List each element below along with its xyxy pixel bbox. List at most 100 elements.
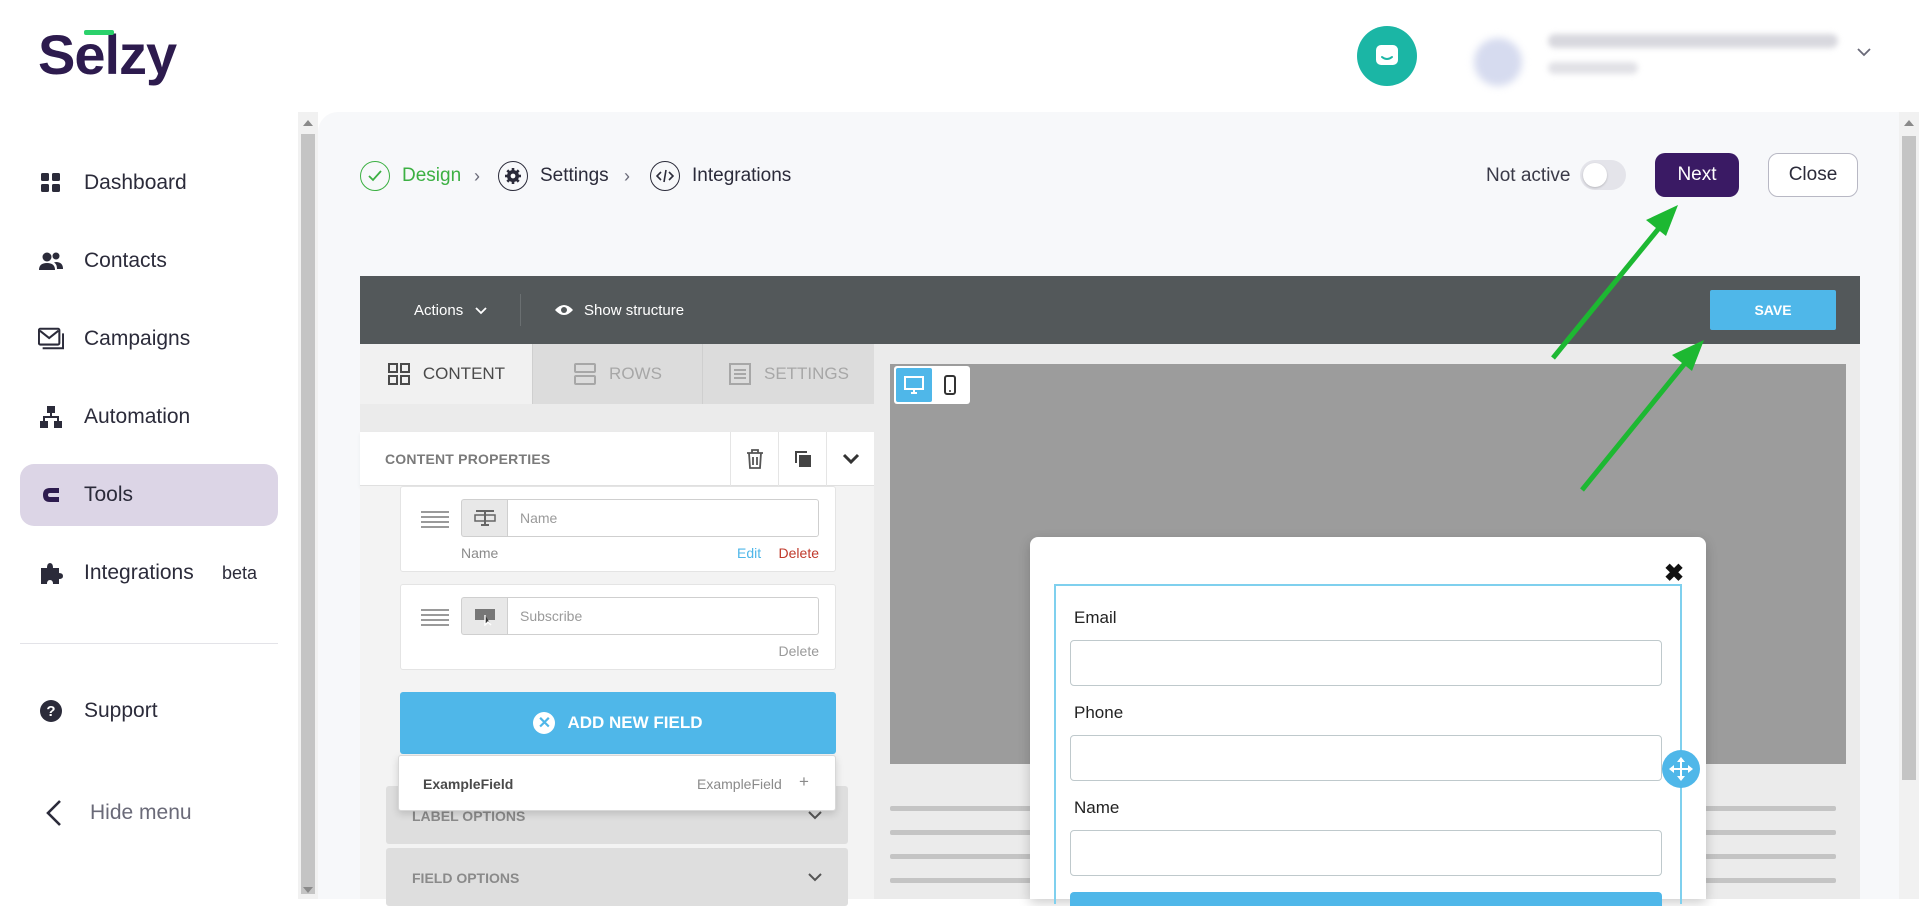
contacts-people-icon: [38, 248, 64, 274]
user-avatar[interactable]: [1474, 38, 1522, 86]
edit-field-link[interactable]: Edit: [737, 545, 761, 561]
toolbar-divider: [520, 294, 521, 326]
chevron-down-icon: [842, 453, 859, 465]
mobile-phone-icon: [944, 375, 956, 395]
breadcrumb-separator: ›: [624, 166, 630, 186]
option-label: FIELD OPTIONS: [412, 870, 520, 886]
chevron-down-icon[interactable]: [1856, 44, 1872, 60]
drag-handle-icon[interactable]: [421, 607, 449, 627]
drag-handle-icon[interactable]: [421, 509, 449, 529]
tools-magnet-icon: [38, 482, 64, 508]
move-handle-icon[interactable]: [1662, 750, 1700, 788]
dashboard-grid-icon: [38, 170, 64, 196]
editor-toolbar: Actions Show structure SAVE: [360, 276, 1860, 344]
field-options-row[interactable]: FIELD OPTIONS: [386, 848, 848, 906]
device-switcher: [894, 366, 970, 404]
field-card-subscribe[interactable]: Subscribe Delete: [400, 584, 836, 670]
show-structure-toggle[interactable]: Show structure: [554, 276, 684, 344]
chevron-left-icon: [46, 800, 61, 826]
content-properties-title: CONTENT PROPERTIES: [385, 451, 551, 467]
content-properties-header: CONTENT PROPERTIES: [360, 432, 874, 486]
actions-dropdown[interactable]: Actions: [414, 276, 487, 344]
svg-text:?: ?: [46, 703, 55, 720]
chevron-down-icon: [808, 873, 822, 882]
code-icon: [650, 161, 680, 191]
form-field-label: Name: [1074, 798, 1120, 817]
status-label: Not active: [1486, 165, 1571, 186]
close-button[interactable]: Close: [1768, 153, 1858, 197]
breadcrumb-separator: ›: [474, 166, 480, 186]
campaigns-mail-icon: [38, 326, 64, 352]
step-settings[interactable]: Settings: [498, 160, 609, 192]
left-scrollbar[interactable]: [298, 112, 318, 899]
sidebar-item-label: Campaigns: [84, 327, 191, 350]
logo-accent-dash: [84, 30, 114, 35]
gear-icon: [498, 161, 528, 191]
page-scrollbar[interactable]: [1899, 112, 1919, 899]
step-label: Settings: [540, 165, 609, 186]
sidebar-divider: [20, 643, 278, 644]
settings-doc-icon: [728, 363, 751, 385]
form-block[interactable]: Email Phone Name: [1054, 584, 1682, 906]
sidebar-item-dashboard[interactable]: Dashboard: [20, 152, 278, 214]
form-field-label: Phone: [1074, 703, 1124, 722]
beta-badge: beta: [222, 562, 258, 583]
desktop-icon: [904, 376, 924, 394]
hide-menu-label: Hide menu: [90, 801, 192, 824]
duplicate-block-button[interactable]: [778, 432, 826, 486]
sidebar-item-tools[interactable]: Tools: [20, 464, 278, 526]
phone-field[interactable]: [1070, 735, 1662, 781]
user-plan-blurred: [1548, 62, 1638, 74]
copy-icon: [794, 451, 811, 467]
top-bar: Selzy: [0, 0, 1919, 112]
sidebar-item-label: Tools: [84, 483, 134, 506]
desktop-view-button[interactable]: [896, 368, 932, 402]
editor-side-panel: CONTENT ROWS SETTINGS CONTENT PROPERTIES…: [360, 344, 874, 906]
sidebar-item-label: Contacts: [84, 249, 167, 272]
scroll-up-arrow[interactable]: [303, 120, 313, 126]
form-popup-preview: ✖ Email Phone Name: [1030, 537, 1706, 906]
show-structure-label: Show structure: [584, 301, 685, 319]
hide-menu-button[interactable]: Hide menu: [44, 798, 192, 828]
delete-block-button[interactable]: [730, 432, 778, 486]
actions-label: Actions: [414, 301, 464, 319]
tab-settings[interactable]: SETTINGS: [702, 344, 874, 404]
chat-bubble-icon: [1376, 45, 1398, 65]
tab-content[interactable]: CONTENT: [360, 344, 532, 404]
field-card-name[interactable]: Name Name Edit Delete: [400, 486, 836, 572]
content-grid-icon: [387, 363, 410, 385]
save-button[interactable]: SAVE: [1710, 290, 1836, 330]
sidebar-item-campaigns[interactable]: Campaigns: [20, 308, 278, 370]
next-button[interactable]: Next: [1655, 153, 1739, 197]
eye-icon: [555, 305, 573, 315]
collapse-button[interactable]: [826, 432, 874, 486]
scroll-down-arrow[interactable]: [303, 887, 313, 893]
active-toggle[interactable]: [1580, 160, 1626, 190]
scrollbar-thumb[interactable]: [301, 134, 315, 894]
name-field-input[interactable]: Name: [507, 499, 819, 537]
chat-support-button[interactable]: [1357, 26, 1417, 86]
scroll-up-arrow[interactable]: [1904, 120, 1914, 126]
subscribe-button-input[interactable]: Subscribe: [507, 597, 819, 635]
tab-rows[interactable]: ROWS: [532, 344, 702, 404]
delete-field-link[interactable]: Delete: [779, 643, 819, 659]
sidebar: Dashboard Contacts Campaigns Automation …: [0, 112, 298, 899]
sidebar-item-support[interactable]: ? Support: [20, 680, 278, 742]
step-design[interactable]: Design: [360, 160, 461, 192]
form-submit-button[interactable]: [1070, 892, 1662, 906]
delete-field-link[interactable]: Delete: [779, 545, 819, 561]
field-suggestion-dropdown[interactable]: ExampleField ExampleField +: [398, 755, 836, 811]
email-field[interactable]: [1070, 640, 1662, 686]
add-new-field-button[interactable]: ✕ ADD NEW FIELD: [400, 692, 836, 754]
mobile-view-button[interactable]: [932, 368, 968, 402]
add-suggestion-icon[interactable]: +: [799, 772, 809, 792]
sidebar-item-integrations[interactable]: Integrations beta: [20, 542, 278, 604]
text-field-icon: [461, 499, 507, 537]
name-field[interactable]: [1070, 830, 1662, 876]
rows-icon: [574, 363, 597, 385]
scrollbar-thumb[interactable]: [1902, 136, 1916, 780]
toggle-knob: [1583, 163, 1607, 187]
step-integrations[interactable]: Integrations: [650, 160, 791, 192]
sidebar-item-automation[interactable]: Automation: [20, 386, 278, 448]
sidebar-item-contacts[interactable]: Contacts: [20, 230, 278, 292]
